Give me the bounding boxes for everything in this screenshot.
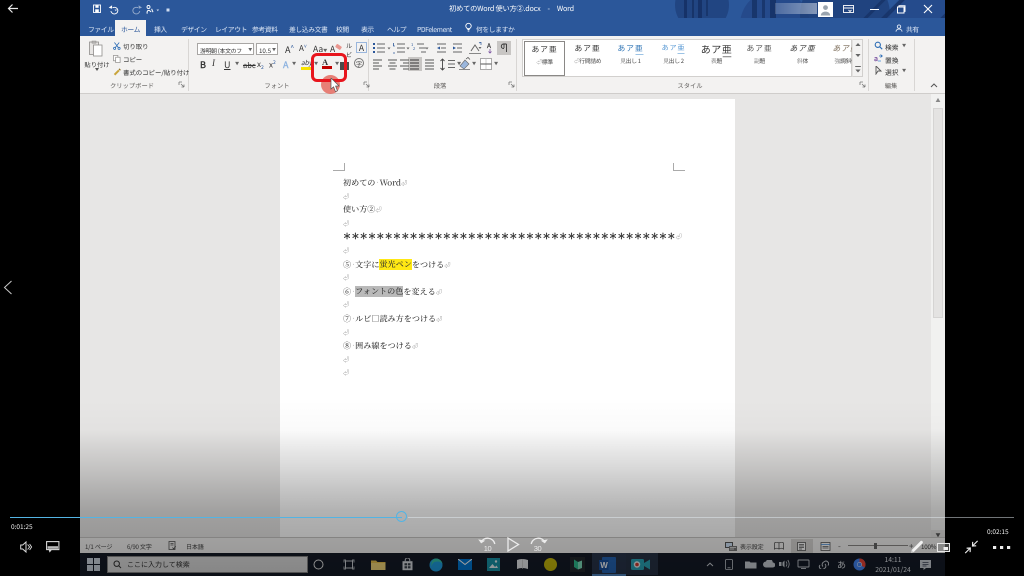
svg-text:2: 2 — [413, 46, 416, 52]
svg-text:A: A — [486, 42, 492, 50]
svg-text:a: a — [874, 54, 878, 63]
